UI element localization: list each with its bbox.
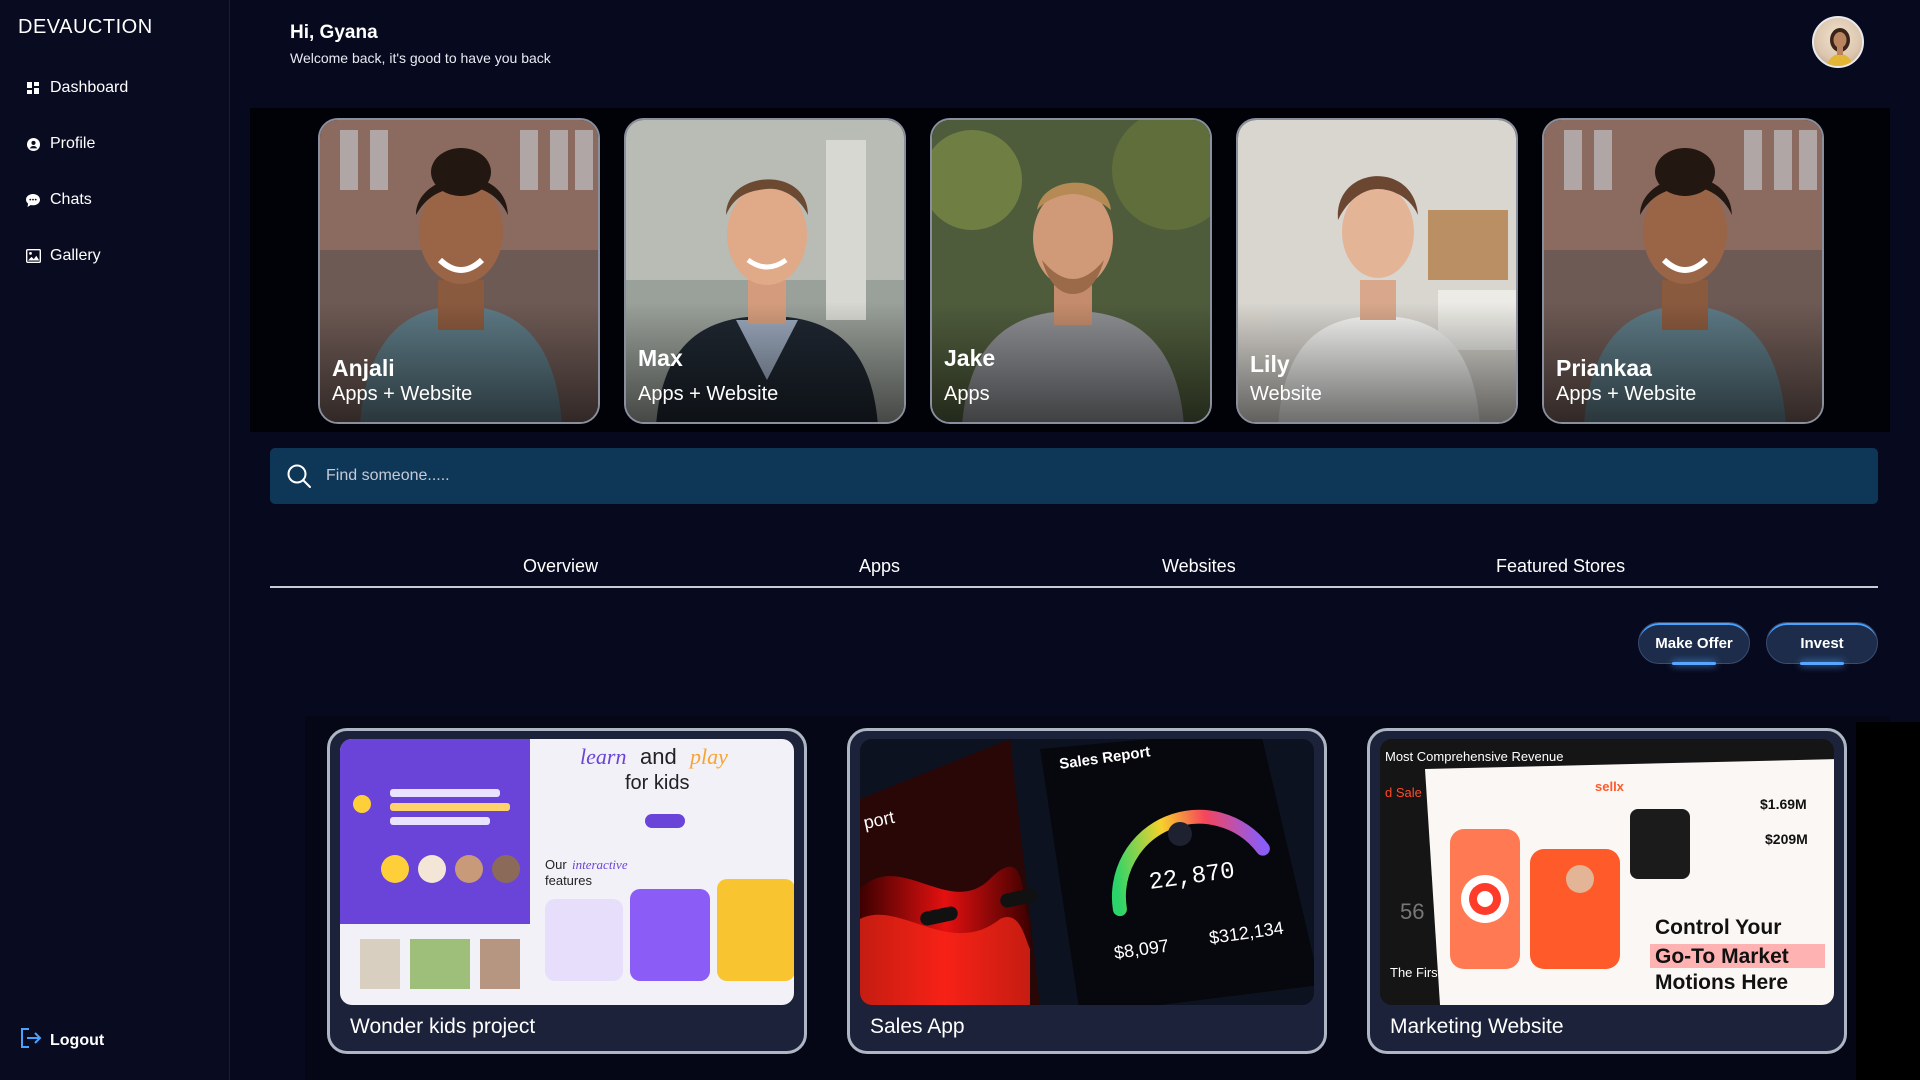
invest-button[interactable]: Invest xyxy=(1766,622,1878,665)
project-title: Wonder kids project xyxy=(350,1015,536,1038)
search-icon xyxy=(286,463,312,489)
person-name: Anjali xyxy=(332,355,395,381)
person-name: Priankaa xyxy=(1556,355,1652,381)
svg-text:sellx: sellx xyxy=(1595,779,1625,794)
make-offer-label: Make Offer xyxy=(1655,634,1733,652)
sidebar-item-label: Chats xyxy=(50,191,92,208)
tab-overview[interactable]: Overview xyxy=(523,556,598,577)
sidebar-item-chats[interactable]: Chats xyxy=(0,172,230,228)
svg-text:play: play xyxy=(688,744,728,769)
project-card-marketing-website[interactable]: Most Comprehensive Revenue d Sale 56 The… xyxy=(1367,728,1847,1054)
sidebar-item-profile[interactable]: Profile xyxy=(0,116,230,172)
image-icon xyxy=(25,248,41,264)
logout-button[interactable]: Logout xyxy=(20,1028,104,1053)
svg-text:$1.69M: $1.69M xyxy=(1760,796,1807,812)
sidebar-item-label: Dashboard xyxy=(50,79,129,96)
user-circle-icon xyxy=(25,136,41,152)
person-card-lily[interactable]: Lily Website xyxy=(1236,118,1518,424)
person-name: Jake xyxy=(944,345,996,371)
sidebar-item-dashboard[interactable]: Dashboard xyxy=(0,60,230,116)
person-role: Apps + Website xyxy=(638,383,779,405)
sidebar-item-gallery[interactable]: Gallery xyxy=(0,228,230,284)
project-title: Sales App xyxy=(870,1015,965,1038)
grid-icon xyxy=(25,80,41,96)
sidebar-item-label: Gallery xyxy=(50,247,101,264)
svg-text:56: 56 xyxy=(1400,899,1424,924)
person-role: Apps + Website xyxy=(1556,383,1697,405)
button-glow xyxy=(1800,662,1844,665)
person-card-anjali[interactable]: Anjali Apps + Website xyxy=(318,118,600,424)
greeting-subtitle: Welcome back, it's good to have you back xyxy=(290,50,551,66)
svg-text:Most Comprehensive Revenue: Most Comprehensive Revenue xyxy=(1385,749,1563,764)
svg-text:The First: The First xyxy=(1390,965,1442,980)
tab-websites[interactable]: Websites xyxy=(1162,556,1236,577)
button-glow xyxy=(1672,662,1716,665)
person-role: Apps xyxy=(944,383,990,405)
person-card-max[interactable]: Max Apps + Website xyxy=(624,118,906,424)
svg-text:Go-To Market: Go-To Market xyxy=(1655,945,1789,968)
svg-text:Motions Here: Motions Here xyxy=(1655,971,1788,994)
search-bar xyxy=(270,448,1878,504)
svg-text:Control Your: Control Your xyxy=(1655,916,1781,939)
svg-text:and: and xyxy=(640,744,677,769)
svg-text:Our: Our xyxy=(545,857,567,872)
person-card-priankaa[interactable]: Priankaa Apps + Website xyxy=(1542,118,1824,424)
chat-bubble-icon xyxy=(25,192,41,208)
sidebar-nav: Dashboard Profile Chats Gallery xyxy=(0,60,230,284)
svg-text:d Sale: d Sale xyxy=(1385,785,1422,800)
logout-label: Logout xyxy=(50,1031,105,1049)
project-thumbnail: learn and play for kids Our interactive … xyxy=(340,739,794,1005)
invest-label: Invest xyxy=(1800,634,1844,652)
person-name: Max xyxy=(638,345,683,371)
svg-text:learn: learn xyxy=(580,744,626,769)
tab-apps[interactable]: Apps xyxy=(859,556,900,577)
logout-icon xyxy=(20,1028,42,1053)
person-role: Apps + Website xyxy=(332,383,473,405)
project-title: Marketing Website xyxy=(1390,1015,1564,1038)
svg-text:for kids: for kids xyxy=(625,772,689,794)
svg-text:$209M: $209M xyxy=(1765,831,1808,847)
svg-text:interactive: interactive xyxy=(572,857,628,872)
project-card-sales-app[interactable]: port Sales Report 22,870 $8,097 $312,134… xyxy=(847,728,1327,1054)
tab-featured-stores[interactable]: Featured Stores xyxy=(1496,556,1625,577)
make-offer-button[interactable]: Make Offer xyxy=(1638,622,1750,665)
app-root: DEVAUCTION Dashboard Profile Chats Galle… xyxy=(0,0,1920,1080)
content-tabs: Overview Apps Websites Featured Stores xyxy=(270,550,1878,588)
brand-logo: DEVAUCTION xyxy=(18,16,153,38)
scroll-edge xyxy=(1856,722,1920,1080)
sidebar: DEVAUCTION Dashboard Profile Chats Galle… xyxy=(0,0,230,1080)
greeting-title: Hi, Gyana xyxy=(290,22,378,43)
people-carousel: Anjali Apps + Website Max Apps + Website xyxy=(250,108,1890,432)
project-card-wonder-kids[interactable]: learn and play for kids Our interactive … xyxy=(327,728,807,1054)
person-name: Lily xyxy=(1250,351,1290,377)
search-input[interactable] xyxy=(326,467,1826,485)
person-card-jake[interactable]: Jake Apps xyxy=(930,118,1212,424)
projects-section: learn and play for kids Our interactive … xyxy=(305,716,1890,1080)
avatar[interactable] xyxy=(1812,16,1864,68)
person-role: Website xyxy=(1250,383,1322,405)
sidebar-item-label: Profile xyxy=(50,135,96,152)
project-thumbnail: port Sales Report 22,870 $8,097 $312,134 xyxy=(860,739,1314,1005)
project-thumbnail: Most Comprehensive Revenue d Sale 56 The… xyxy=(1380,739,1834,1005)
svg-text:features: features xyxy=(545,873,592,888)
greeting-header: Hi, Gyana Welcome back, it's good to hav… xyxy=(290,22,551,66)
